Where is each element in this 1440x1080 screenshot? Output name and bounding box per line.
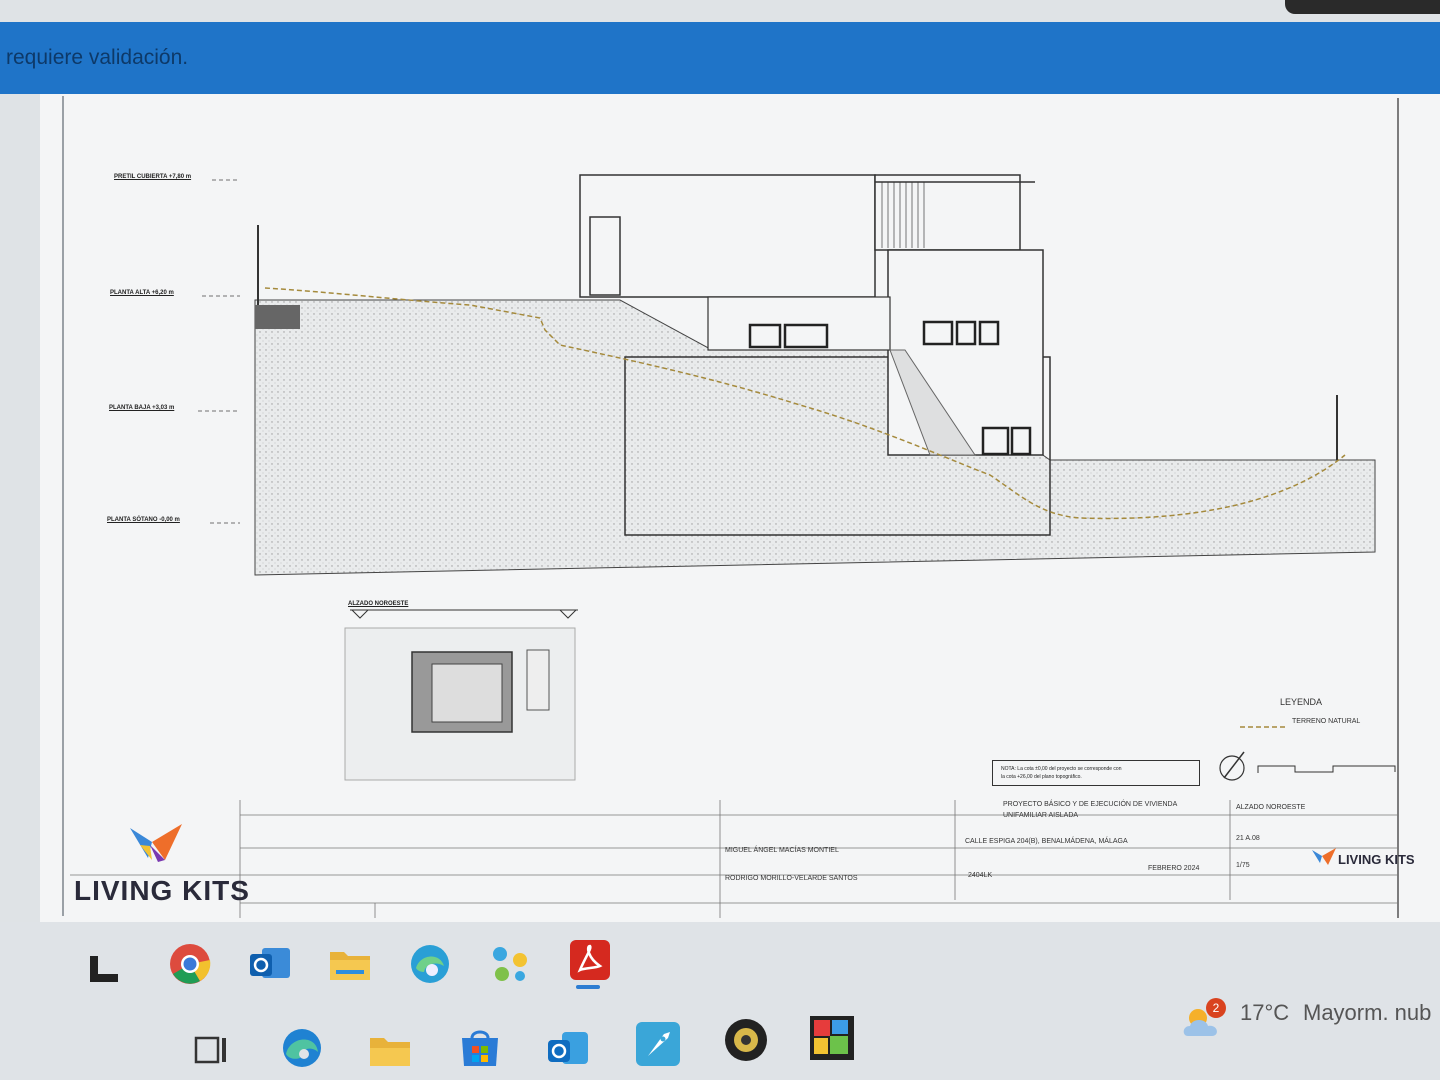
window [1010,426,1032,456]
slat-volume [874,174,1021,251]
keyplan-label: ALZADO NOROESTE [348,601,409,607]
file-explorer-icon[interactable] [366,1026,410,1070]
puzzle-app-icon[interactable] [808,1014,854,1060]
sheet-title: ALZADO NOROESTE [1236,804,1306,811]
rocket-app-icon[interactable] [634,1020,680,1066]
weather-description[interactable]: Mayorm. nub [1303,1000,1431,1026]
left-wall [255,305,300,329]
screen: requiere validación. PRETIL CUBIERTA +7,… [0,0,1440,1080]
level-label: PLANTA BAJA +3,03 m [109,405,175,411]
living-kits-logo-mark [130,824,182,862]
project-code: 2404LK [968,872,993,879]
active-app-indicator [576,985,600,989]
architect-name: RODRIGO MORILLO-VELARDE SANTOS [725,875,858,882]
note-box: NOTA: La cota ±0,00 del proyecto se corr… [992,760,1200,786]
building-middle [887,249,1044,456]
outlook-icon[interactable] [246,940,290,984]
disc-app-icon[interactable] [722,1016,767,1061]
weather-alert-badge: 2 [1206,998,1226,1018]
project-title: PROYECTO BÁSICO Y DE EJECUCIÓN DE VIVIEN… [1003,801,1178,808]
note-line: NOTA: La cota ±0,00 del proyecto se corr… [1001,766,1122,772]
legend-item: TERRENO NATURAL [1292,718,1361,725]
weather-temperature[interactable]: 17°C [1240,1000,1289,1026]
edge-icon[interactable] [278,1024,322,1068]
sheet-number: 21 A.08 [1236,835,1260,842]
edge-dev-icon[interactable] [406,940,450,984]
store-icon[interactable] [456,1024,500,1068]
building-upper [579,174,876,298]
project-date: FEBRERO 2024 [1148,865,1200,872]
key-plan [344,609,578,781]
note-line: la cota +26,00 del plano topográfico. [1001,774,1082,780]
architect-name: MIGUEL ÁNGEL MACÍAS MONTIEL [725,847,839,854]
widgets-icon[interactable] [84,944,128,988]
window [955,320,977,346]
task-view-icon[interactable] [190,1028,234,1072]
level-label: PLANTA SÓTANO -0,00 m [107,517,180,523]
project-location: CALLE ESPIGA 204(B), BENALMÁDENA, MÁLAGA [965,838,1128,845]
company-logo-small: LIVING KITS [1338,852,1415,867]
level-label: PLANTA ALTA +6,20 m [110,290,174,296]
window [783,323,829,349]
window [981,426,1010,456]
chrome-icon[interactable] [166,940,211,984]
window [922,320,954,346]
file-explorer-icon[interactable] [326,940,370,984]
outlook-new-icon[interactable] [544,1024,588,1068]
window [978,320,1000,346]
drawing-scale: 1/75 [1236,862,1250,869]
legend-title: LEYENDA [1280,697,1323,707]
elevation-drawing [70,98,1399,918]
company-logo: LIVING KITS [74,875,250,906]
window [748,323,782,349]
living-kits-logo-mark-small [1312,848,1336,865]
level-label: PRETIL CUBIERTA +7,80 m [114,174,192,180]
acrobat-icon[interactable] [566,936,610,980]
project-subtitle: UNIFAMILIAR AISLADA [1003,812,1079,819]
power-automate-icon[interactable] [486,940,530,984]
scale-bar [1257,765,1396,773]
